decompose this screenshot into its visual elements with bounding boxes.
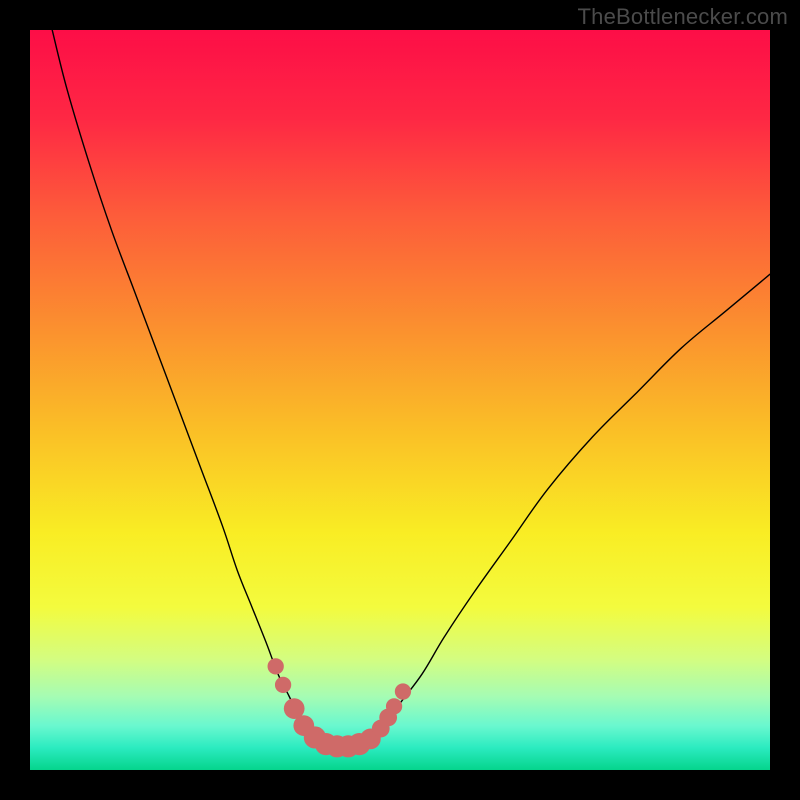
trough-dots — [268, 658, 412, 757]
trough-dot — [395, 683, 411, 699]
right-curve — [370, 274, 770, 740]
credit-text: TheBottlenecker.com — [578, 4, 788, 30]
curves-layer — [30, 30, 770, 770]
trough-dot — [386, 698, 402, 714]
trough-dot — [275, 677, 291, 693]
plot-area — [30, 30, 770, 770]
left-curve — [52, 30, 318, 740]
chart-root: TheBottlenecker.com — [0, 0, 800, 800]
trough-dot — [268, 658, 284, 674]
